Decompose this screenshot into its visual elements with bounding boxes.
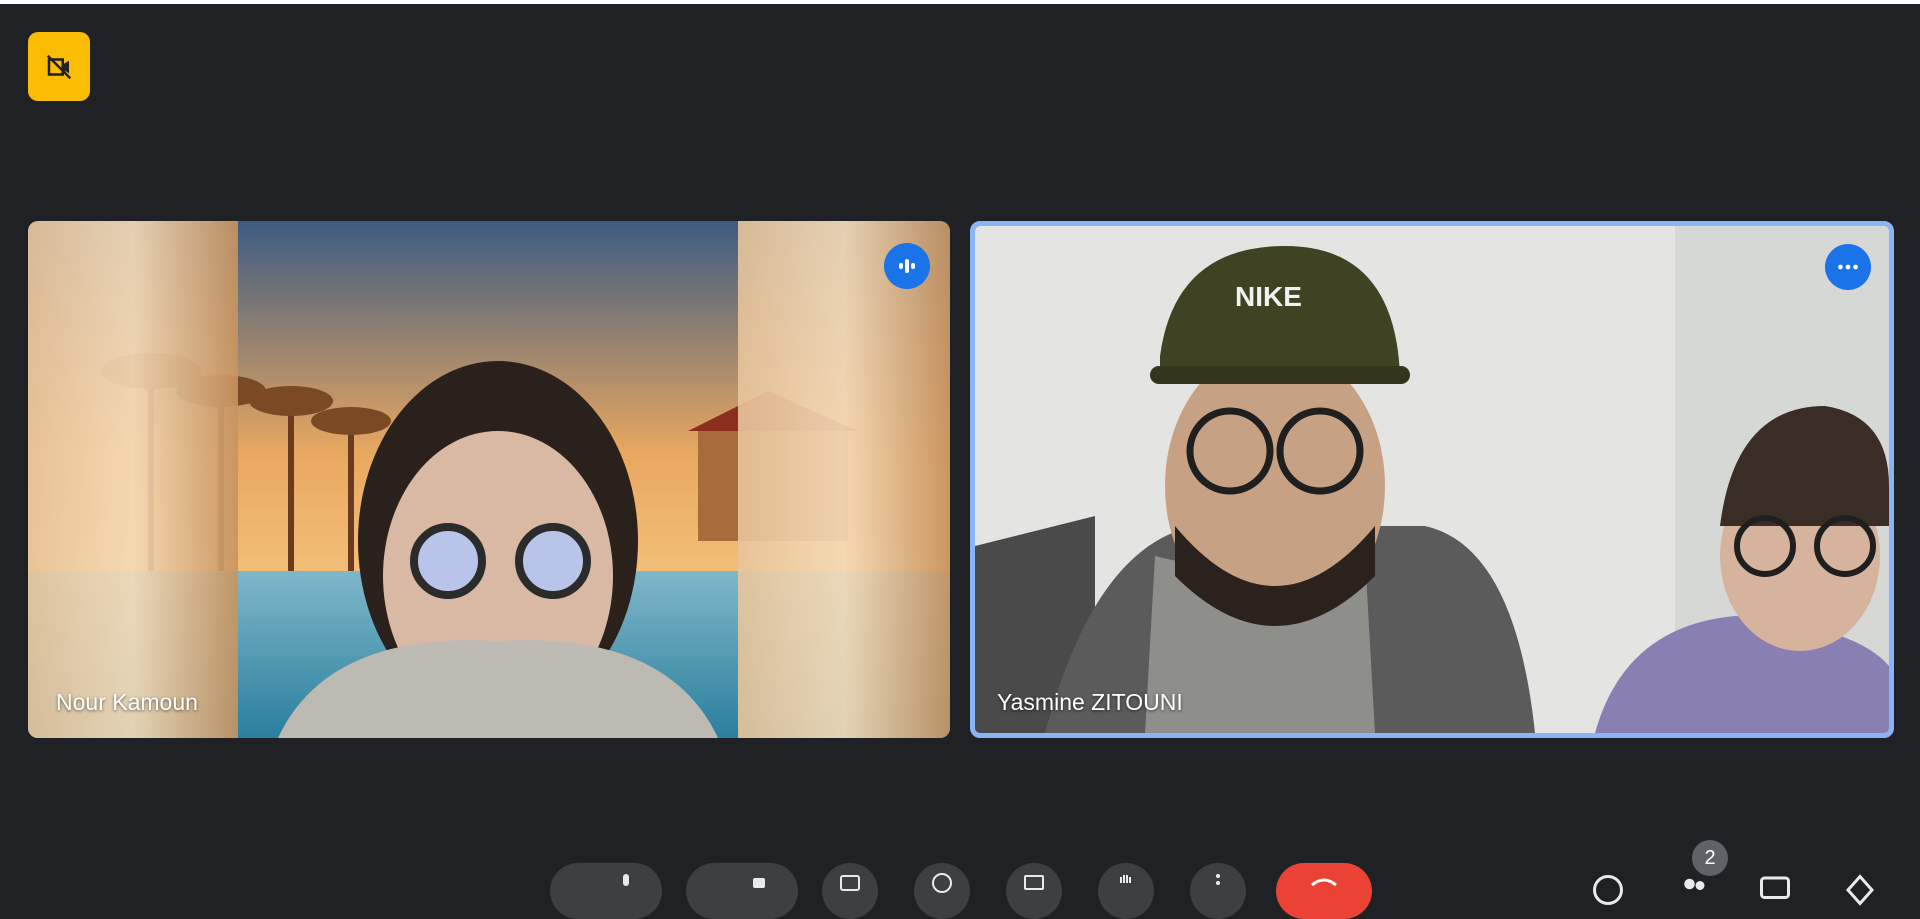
end-call-button[interactable] xyxy=(1276,863,1372,919)
microphone-button[interactable] xyxy=(550,863,662,919)
microphone-icon xyxy=(623,874,629,886)
participant-name: Yasmine ZITOUNI xyxy=(997,689,1183,715)
meeting-controls-toolbar xyxy=(0,858,1920,919)
participant-tile-yasmine[interactable]: NIKE Yasmine ZITOUNI xyxy=(970,221,1894,738)
raise-hand-button[interactable] xyxy=(1098,863,1154,919)
present-icon xyxy=(1024,875,1044,890)
more-options-button[interactable] xyxy=(1190,863,1246,919)
raise-hand-icon xyxy=(1120,875,1131,883)
present-button[interactable] xyxy=(1006,863,1062,919)
captions-icon xyxy=(840,875,860,891)
participant-tile-nour[interactable]: Nour Kamoun xyxy=(28,221,950,738)
people-icon[interactable] xyxy=(1676,872,1712,908)
camera-button[interactable] xyxy=(686,863,798,919)
no-recording-icon xyxy=(46,54,72,79)
emoji-button[interactable] xyxy=(914,863,970,919)
activities-icon[interactable] xyxy=(1842,872,1878,908)
camera-icon xyxy=(753,878,765,888)
participant-video-background xyxy=(28,221,950,738)
audio-level-icon xyxy=(899,259,915,273)
more-options-icon xyxy=(1216,874,1220,885)
participant-video: NIKE xyxy=(975,226,1889,733)
audio-indicator-button[interactable] xyxy=(884,243,930,289)
emoji-icon xyxy=(932,873,952,893)
svg-text:NIKE: NIKE xyxy=(1235,281,1302,312)
info-icon[interactable] xyxy=(1590,872,1626,908)
participant-name: Nour Kamoun xyxy=(56,689,198,715)
chat-icon[interactable] xyxy=(1757,872,1793,908)
no-recording-badge[interactable] xyxy=(28,32,90,101)
end-call-icon xyxy=(1311,878,1337,887)
window-top-strip xyxy=(0,0,1920,4)
captions-button[interactable] xyxy=(822,863,878,919)
participant-options-button[interactable] xyxy=(1825,244,1871,290)
more-options-icon xyxy=(1838,264,1858,270)
participant-count-badge: 2 xyxy=(1692,840,1728,876)
